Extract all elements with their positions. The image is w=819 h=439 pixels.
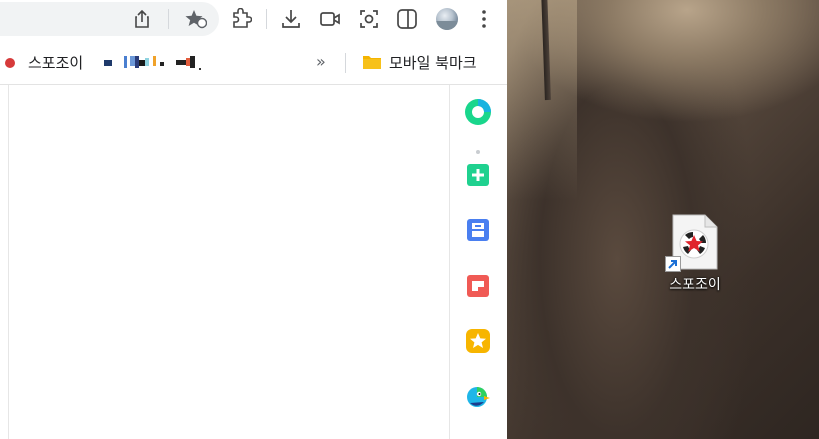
yellow-star-app-icon[interactable] (463, 326, 493, 356)
bookmarks-overflow-button[interactable]: » (316, 52, 326, 71)
bookmark-star-icon[interactable] (184, 7, 208, 31)
green-circle-app-icon[interactable] (463, 97, 493, 127)
red-app-icon[interactable] (463, 271, 493, 301)
bookmarks-bar: 스포조이 » 모바일 북마크 (0, 40, 507, 85)
page-content (0, 85, 449, 439)
profile-avatar[interactable] (436, 8, 458, 30)
screenshot-icon[interactable] (357, 7, 381, 31)
desktop-shortcut-spojoy[interactable]: 스포조이 (659, 212, 731, 296)
menu-icon[interactable] (472, 7, 496, 31)
side-panel (449, 85, 507, 439)
bookmarks-divider (345, 53, 346, 73)
video-icon[interactable] (318, 7, 342, 31)
bookmark-favicon-red-dot-icon (5, 58, 15, 68)
bookmark-redacted[interactable] (104, 56, 201, 70)
split-view-icon[interactable] (395, 7, 419, 31)
toolbar-divider (168, 9, 169, 29)
extensions-icon[interactable] (229, 7, 253, 31)
download-icon[interactable] (279, 7, 303, 31)
browser-window: 스포조이 » 모바일 북마크 (0, 0, 507, 439)
bird-app-icon[interactable] (463, 382, 493, 412)
screen: 스포조이 스포조이 » 모바일 북마크 (0, 0, 819, 439)
green-plus-app-icon[interactable] (463, 160, 493, 190)
content-left-border (8, 85, 9, 439)
bookmark-folder-mobile[interactable]: 모바일 북마크 (389, 52, 477, 73)
toolbar-divider (266, 9, 267, 29)
shortcut-arrow-icon (665, 256, 681, 272)
shortcut-label: 스포조이 (669, 277, 721, 293)
browser-toolbar (0, 0, 507, 40)
side-panel-separator-dot (476, 150, 480, 154)
folder-icon (362, 54, 382, 70)
share-icon[interactable] (130, 7, 154, 31)
bookmark-spojoy[interactable]: 스포조이 (28, 52, 83, 73)
blue-app-icon[interactable] (463, 215, 493, 245)
